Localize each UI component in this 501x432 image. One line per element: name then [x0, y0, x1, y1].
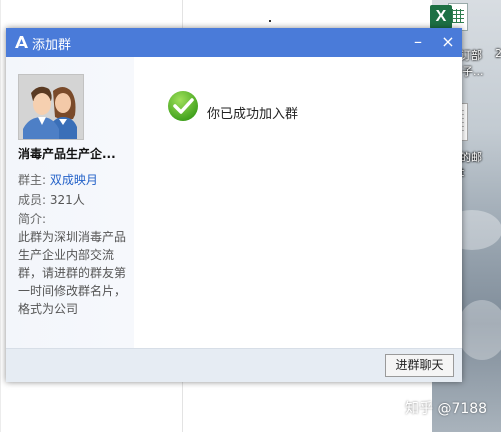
success-message: 你已成功加入群 — [207, 107, 299, 122]
desktop-file-label-2[interactable]: 2 — [495, 47, 501, 60]
watermark: 知乎 @7188 — [405, 401, 488, 417]
desktop-file-label-doc[interactable]: 的邮 — [460, 149, 482, 165]
dialog-footer: 进群聊天 — [6, 348, 462, 382]
enter-group-chat-button[interactable]: 进群聊天 — [385, 354, 454, 377]
text-cursor-mark — [269, 20, 271, 22]
group-avatar[interactable] — [18, 74, 84, 140]
excel-logo-icon: X — [430, 5, 452, 29]
desktop-file-label[interactable]: 订部 — [460, 47, 482, 63]
background-divider-left — [0, 0, 1, 432]
close-button[interactable]: × — [438, 32, 458, 52]
group-owner-row: 群主: 双成映月 — [18, 171, 98, 188]
owner-label: 群主: — [18, 173, 47, 187]
owner-name-link[interactable]: 双成映月 — [50, 173, 98, 187]
group-info-panel: 消毒产品生产企... 群主: 双成映月 成员: 321人 简介: 此群为深圳消毒… — [6, 57, 134, 348]
dialog-title: 添加群 — [32, 38, 72, 53]
intro-label: 简介: — [18, 212, 47, 226]
group-name: 消毒产品生产企... — [18, 147, 116, 161]
members-count: 321人 — [49, 193, 85, 207]
members-label: 成员: — [18, 193, 47, 207]
success-check-icon — [168, 91, 198, 121]
group-intro: 此群为深圳消毒产品生产企业内部交流群，请进群的群友第一时间修改群名片，格式为公司 — [18, 230, 127, 316]
dialog-titlebar[interactable]: 添加群 – × — [6, 28, 462, 57]
group-members-row: 成员: 321人 — [18, 191, 85, 208]
app-logo-icon — [15, 36, 28, 48]
minimize-button[interactable]: – — [408, 32, 428, 52]
add-group-dialog: 添加群 – × 消毒产品生产企... 群主: 双成映月 成员: 321人 简介: — [6, 28, 462, 382]
desktop-file-label-line2[interactable]: 子... — [462, 63, 484, 79]
